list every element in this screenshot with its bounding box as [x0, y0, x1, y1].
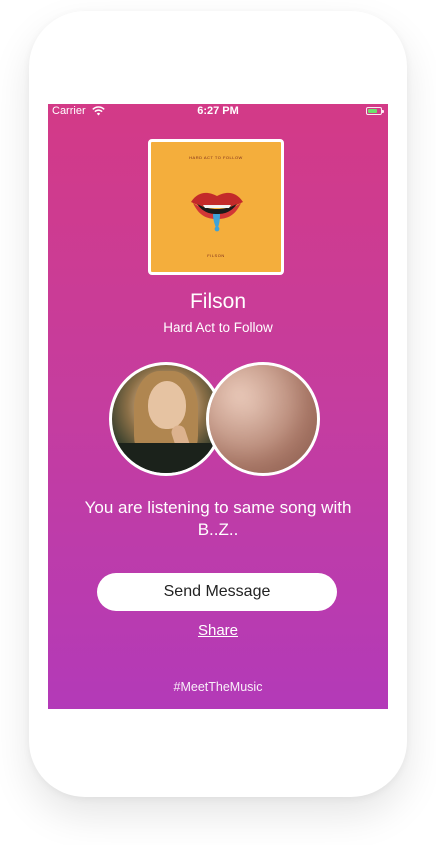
- cover-artist: FILSON: [207, 253, 225, 258]
- hashtag-footer: #MeetTheMusic: [173, 680, 263, 694]
- song-title: Hard Act to Follow: [163, 320, 273, 335]
- blur-overlay: [209, 365, 317, 473]
- avatar-face: [148, 381, 186, 429]
- match-avatar-blurred[interactable]: [206, 362, 320, 476]
- send-message-button[interactable]: Send Message: [97, 573, 337, 611]
- album-cover[interactable]: HARD ACT TO FOLLOW FILSON: [148, 139, 284, 275]
- status-time: 6:27 PM: [197, 105, 239, 117]
- cover-title: HARD ACT TO FOLLOW: [189, 155, 243, 160]
- share-link[interactable]: Share: [48, 622, 388, 639]
- avatar-outfit: [112, 443, 220, 473]
- app-screen: Carrier 6:27 PM HARD ACT TO FOLLOW FILSO…: [48, 104, 388, 709]
- battery-icon: [366, 107, 384, 115]
- lips-illustration: [191, 192, 243, 232]
- status-bar: Carrier 6:27 PM: [48, 104, 388, 120]
- match-message: You are listening to same song with B..Z…: [84, 498, 352, 539]
- artist-name: Filson: [189, 290, 247, 313]
